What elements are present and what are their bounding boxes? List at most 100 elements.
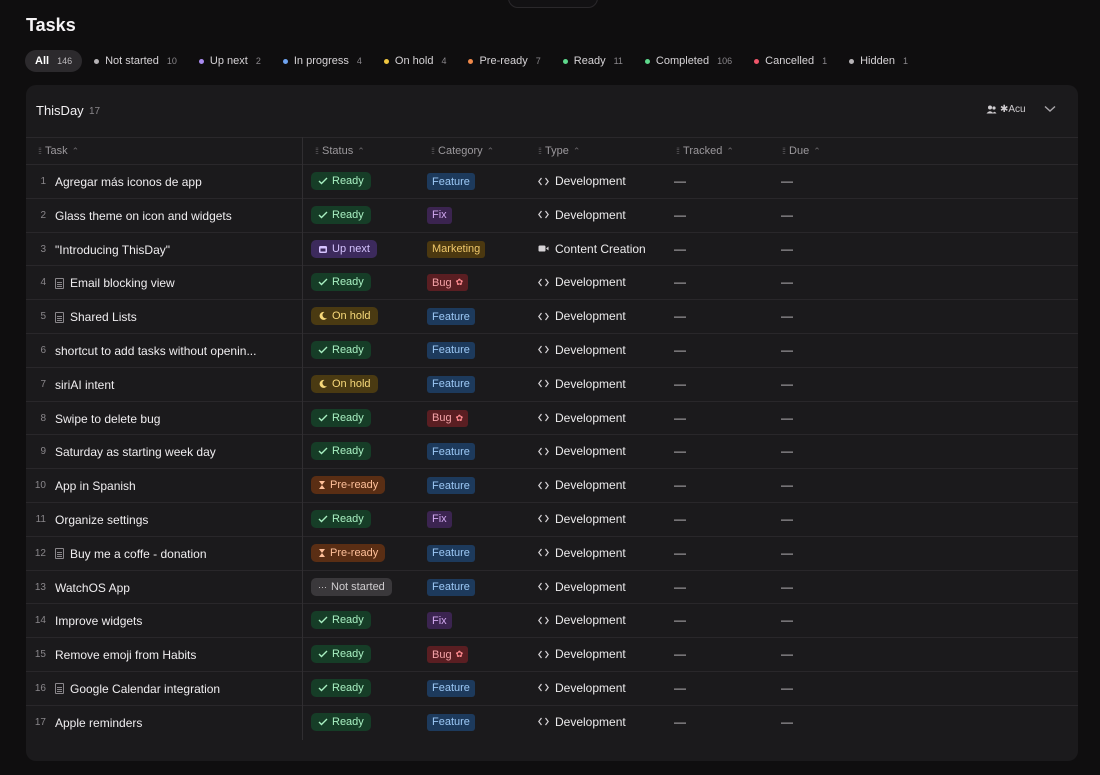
type-cell[interactable]: Development <box>538 309 626 323</box>
column-type[interactable]: ⁞⁞ Type ⌃ <box>538 145 580 157</box>
type-cell[interactable]: Development <box>538 174 626 188</box>
status-badge[interactable]: Ready <box>311 645 371 664</box>
due-cell[interactable]: — <box>781 512 793 526</box>
status-badge[interactable]: Ready <box>311 678 371 697</box>
type-cell[interactable]: Development <box>538 444 626 458</box>
type-cell[interactable]: Development <box>538 647 626 661</box>
type-cell[interactable]: Development <box>538 580 626 594</box>
tracked-cell[interactable]: — <box>674 377 686 391</box>
category-badge[interactable]: Marketing <box>427 240 486 258</box>
filter-chip-cancelled[interactable]: Cancelled 1 <box>744 50 837 72</box>
task-name[interactable]: "Introducing ThisDay" <box>55 243 170 257</box>
tracked-cell[interactable]: — <box>674 444 686 458</box>
table-row[interactable]: 17 Apple reminders Ready Feature Development… <box>26 706 1078 740</box>
tracked-cell[interactable]: — <box>674 647 686 661</box>
category-badge[interactable]: Feature <box>427 544 475 562</box>
due-cell[interactable]: — <box>781 242 793 256</box>
type-cell[interactable]: Development <box>538 411 626 425</box>
due-cell[interactable]: — <box>781 478 793 492</box>
tracked-cell[interactable]: — <box>674 309 686 323</box>
due-cell[interactable]: — <box>781 343 793 357</box>
due-cell[interactable]: — <box>781 444 793 458</box>
status-badge[interactable]: Ready <box>311 340 371 359</box>
category-badge[interactable]: Feature <box>427 679 475 697</box>
category-badge[interactable]: Fix <box>427 612 452 630</box>
table-row[interactable]: 6 shortcut to add tasks without openin...… <box>26 334 1078 368</box>
due-cell[interactable]: — <box>781 546 793 560</box>
due-cell[interactable]: — <box>781 647 793 661</box>
status-badge[interactable]: Ready <box>311 712 371 731</box>
column-status[interactable]: ⁞⁞ Status ⌃ <box>315 145 365 157</box>
column-task[interactable]: ⁞⁞ Task ⌃ <box>38 145 79 157</box>
filter-chip-pre-ready[interactable]: Pre-ready 7 <box>458 50 550 72</box>
category-badge[interactable]: Feature <box>427 477 475 495</box>
status-badge[interactable]: Up next <box>311 239 377 258</box>
due-cell[interactable]: — <box>781 208 793 222</box>
task-name[interactable]: Apple reminders <box>55 716 142 730</box>
due-cell[interactable]: — <box>781 681 793 695</box>
table-row[interactable]: 14 Improve widgets Ready Fix Development — — <box>26 604 1078 639</box>
task-name[interactable]: shortcut to add tasks without openin... <box>55 344 256 358</box>
due-cell[interactable]: — <box>781 715 793 729</box>
table-row[interactable]: 16 Google Calendar integration Ready Featur… <box>26 672 1078 706</box>
table-row[interactable]: 8 Swipe to delete bug Ready Bug ✿ Development… <box>26 402 1078 436</box>
task-name[interactable]: siriAI intent <box>55 378 114 392</box>
type-cell[interactable]: Development <box>538 613 626 627</box>
category-badge[interactable]: Feature <box>427 443 475 461</box>
tracked-cell[interactable]: — <box>674 580 686 594</box>
task-name[interactable]: Saturday as starting week day <box>55 445 216 459</box>
table-row[interactable]: 7 siriAI intent On hold Feature Development —… <box>26 368 1078 402</box>
filter-chip-in-progress[interactable]: In progress 4 <box>273 50 372 72</box>
type-cell[interactable]: Development <box>538 715 626 729</box>
task-name[interactable]: Organize settings <box>55 513 148 527</box>
status-badge[interactable]: Ready <box>311 408 371 427</box>
category-badge[interactable]: Feature <box>427 578 475 596</box>
due-cell[interactable]: — <box>781 275 793 289</box>
due-cell[interactable]: — <box>781 377 793 391</box>
tracked-cell[interactable]: — <box>674 411 686 425</box>
category-badge[interactable]: Feature <box>427 173 475 190</box>
type-cell[interactable]: Development <box>538 681 626 695</box>
category-badge[interactable]: Feature <box>427 375 475 393</box>
type-cell[interactable]: Development <box>538 478 626 492</box>
table-row[interactable]: 3 "Introducing ThisDay" Up next Marketing Co… <box>26 233 1078 267</box>
task-name[interactable]: Swipe to delete bug <box>55 412 160 426</box>
type-cell[interactable]: Development <box>538 512 626 526</box>
filter-chip-ready[interactable]: Ready 11 <box>553 50 633 72</box>
category-badge[interactable]: Feature <box>427 341 475 359</box>
tracked-cell[interactable]: — <box>674 174 686 188</box>
assignee-filter[interactable]: ✱Acu <box>986 104 1026 115</box>
status-badge[interactable]: Ready <box>311 172 371 190</box>
tracked-cell[interactable]: — <box>674 613 686 627</box>
column-tracked[interactable]: ⁞⁞ Tracked ⌃ <box>676 145 734 157</box>
task-name[interactable]: Email blocking view <box>55 276 175 290</box>
collapse-chevron-icon[interactable] <box>1042 101 1058 117</box>
category-badge[interactable]: Fix <box>427 206 452 224</box>
due-cell[interactable]: — <box>781 613 793 627</box>
due-cell[interactable]: — <box>781 580 793 594</box>
tracked-cell[interactable]: — <box>674 242 686 256</box>
table-row[interactable]: 4 Email blocking view Ready Bug ✿ Development… <box>26 266 1078 301</box>
tracked-cell[interactable]: — <box>674 681 686 695</box>
table-row[interactable]: 9 Saturday as starting week day Ready Featu… <box>26 435 1078 470</box>
table-row[interactable]: 2 Glass theme on icon and widgets Ready Fix… <box>26 199 1078 233</box>
column-due[interactable]: ⁞⁞ Due ⌃ <box>782 145 821 157</box>
task-name[interactable]: Google Calendar integration <box>55 682 220 696</box>
table-row[interactable]: 10 App in Spanish Pre-ready Feature Developm… <box>26 469 1078 503</box>
filter-chip-hidden[interactable]: Hidden 1 <box>839 50 918 72</box>
task-name[interactable]: Remove emoji from Habits <box>55 648 196 662</box>
status-badge[interactable]: Ready <box>311 611 371 630</box>
type-cell[interactable]: Development <box>538 275 626 289</box>
status-badge[interactable]: ··· Not started <box>311 577 392 596</box>
type-cell[interactable]: Development <box>538 546 626 560</box>
status-badge[interactable]: On hold <box>311 374 378 393</box>
filter-chip-up-next[interactable]: Up next 2 <box>189 50 271 72</box>
task-name[interactable]: Glass theme on icon and widgets <box>55 209 232 223</box>
task-name[interactable]: Agregar más iconos de app <box>55 175 202 189</box>
table-row[interactable]: 5 Shared Lists On hold Feature Development — — <box>26 300 1078 334</box>
table-row[interactable]: 13 WatchOS App ··· Not started Feature Develo… <box>26 571 1078 605</box>
tracked-cell[interactable]: — <box>674 343 686 357</box>
category-badge[interactable]: Feature <box>427 308 475 326</box>
table-row[interactable]: 11 Organize settings Ready Fix Development — — <box>26 503 1078 537</box>
tracked-cell[interactable]: — <box>674 275 686 289</box>
